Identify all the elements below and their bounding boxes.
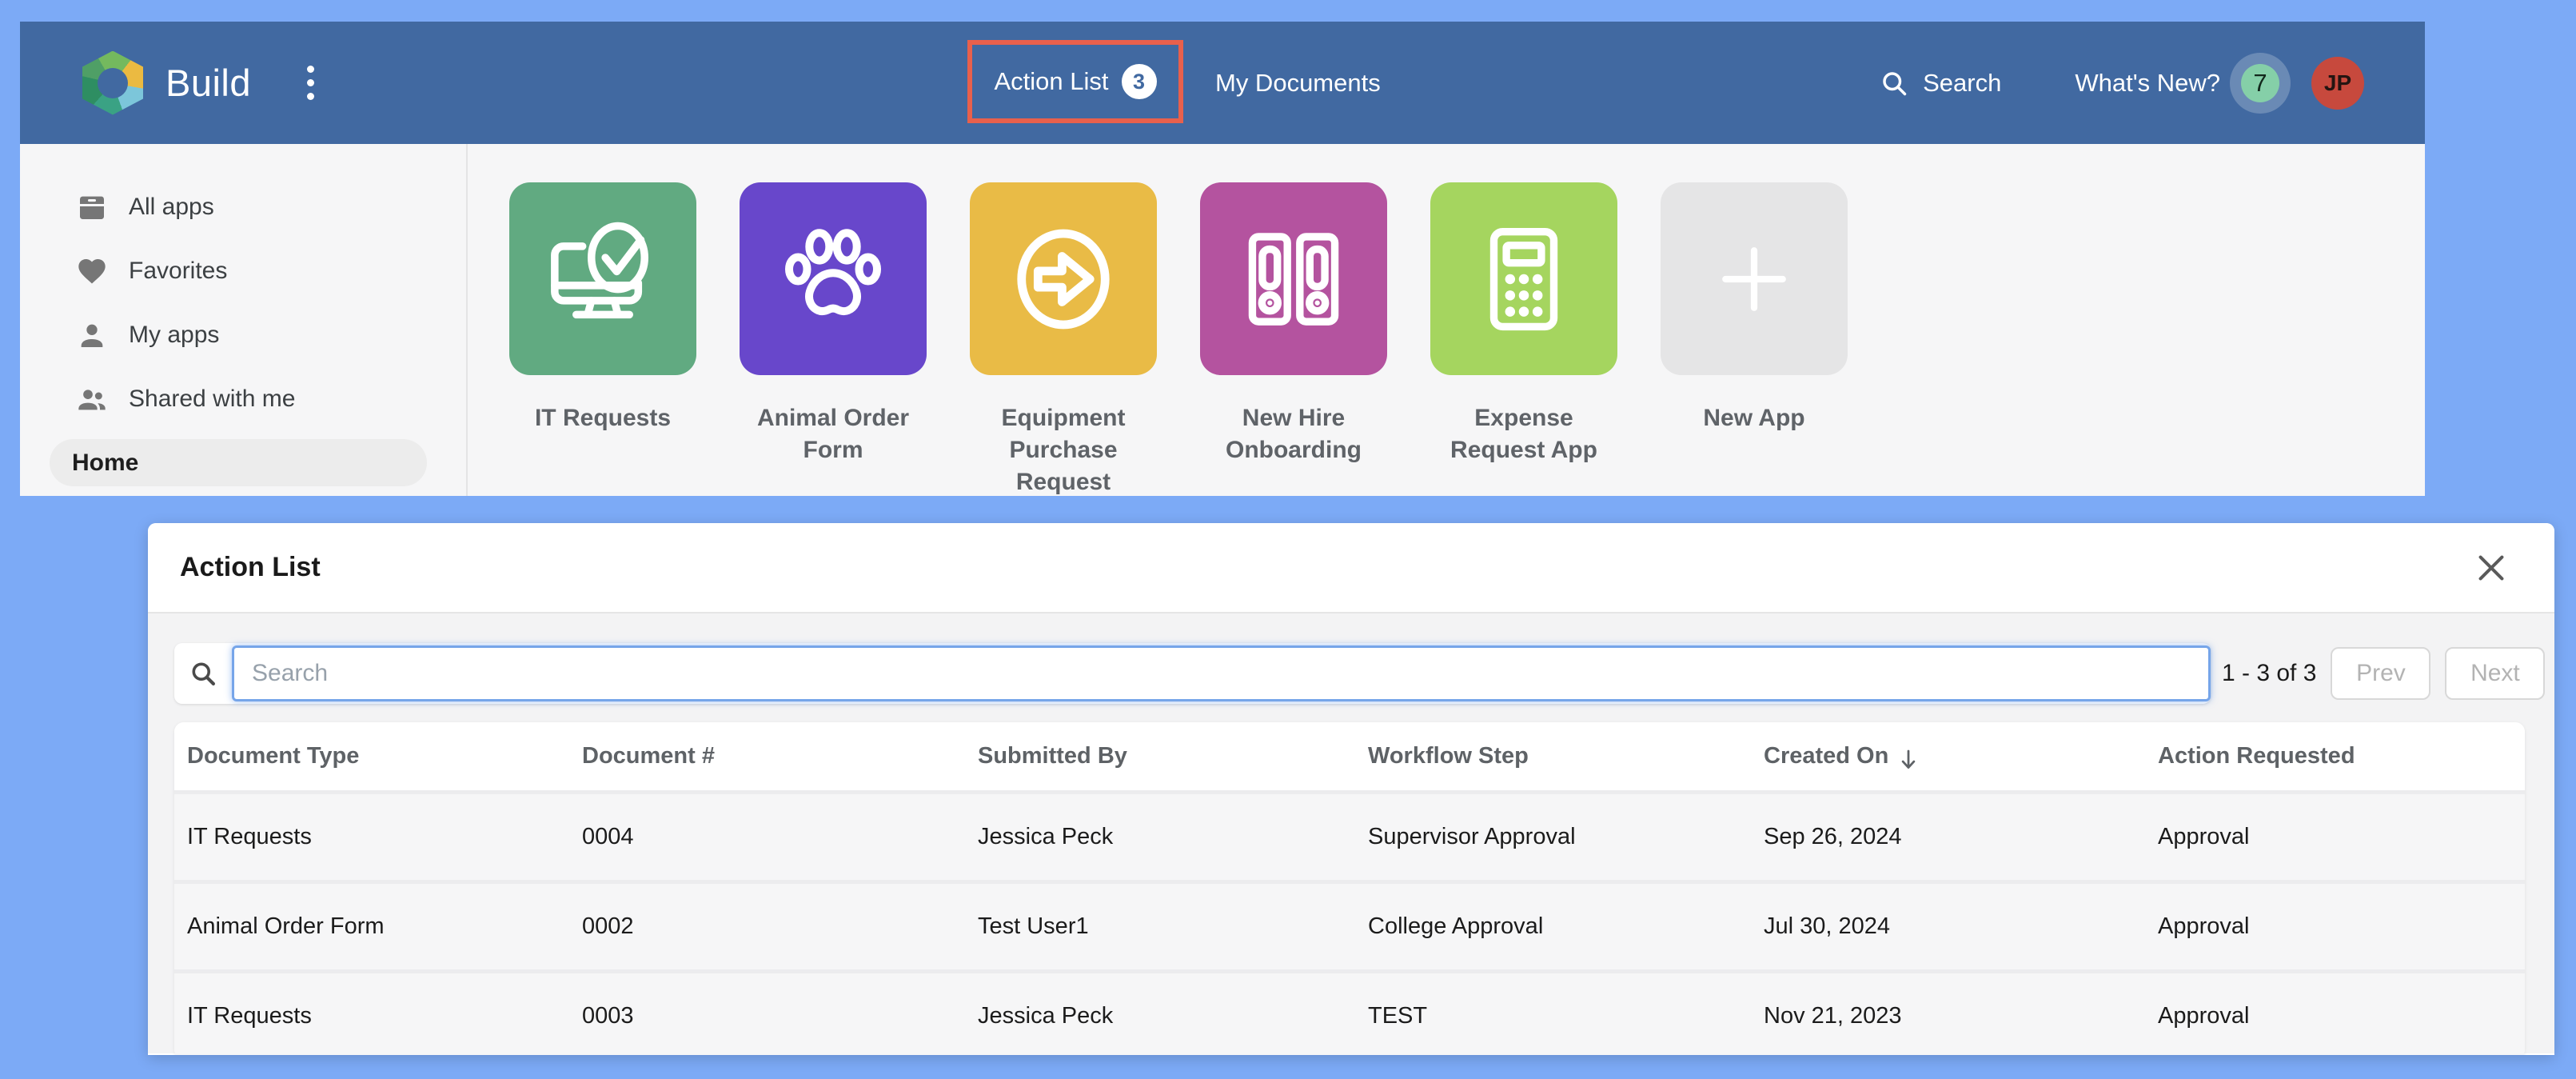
pagination-range: 1 - 3 of 3 xyxy=(2222,660,2316,687)
search-icon xyxy=(1880,69,1908,98)
app-tile-animal-order-form[interactable]: Animal Order Form xyxy=(740,182,927,498)
navbar-right: Search What's New? 7 JP xyxy=(1880,22,2364,144)
paw-icon xyxy=(773,219,893,339)
app-tile-expense-request-app[interactable]: Expense Request App xyxy=(1430,182,1617,498)
modal-header: Action List xyxy=(148,523,2554,613)
column-header-submitted-by[interactable]: Submitted By xyxy=(965,743,1355,769)
search-icon xyxy=(174,659,232,688)
app-tile-label: New App xyxy=(1654,402,1854,434)
app-tile-label: IT Requests xyxy=(503,402,703,434)
sidebar-item-label: Favorites xyxy=(129,258,227,285)
sidebar-item-label: My apps xyxy=(129,322,219,349)
app-tile-label: Equipment Purchase Request xyxy=(963,402,1163,498)
sidebar-item-my-apps[interactable]: My apps xyxy=(20,303,466,367)
next-button[interactable]: Next xyxy=(2445,647,2545,700)
sidebar-item-favorites[interactable]: Favorites xyxy=(20,239,466,303)
brand-title: Build xyxy=(165,61,251,105)
person-icon xyxy=(76,319,108,351)
column-header-document-number[interactable]: Document # xyxy=(569,743,965,769)
table-row[interactable]: Animal Order Form0002 Test User1College … xyxy=(174,880,2525,969)
arrow-circle-icon xyxy=(1003,218,1124,340)
calculator-icon xyxy=(1464,219,1584,339)
app-tiles: IT Requests Animal Order Form Equipment … xyxy=(509,182,1848,498)
action-list-count-badge: 3 xyxy=(1122,64,1157,99)
user-avatar[interactable]: JP xyxy=(2311,57,2364,110)
action-list-modal: Action List 1 - 3 of 3 Prev Next Documen… xyxy=(148,523,2554,1055)
sidebar: All apps Favorites My apps Shared with m… xyxy=(20,144,468,496)
table-row[interactable]: IT Requests0003 Jessica PeckTEST Nov 21,… xyxy=(174,969,2525,1055)
tab-my-documents[interactable]: My Documents xyxy=(1215,69,1381,98)
app-tile-new-app[interactable]: New App xyxy=(1661,182,1848,498)
action-list-table: Document Type Document # Submitted By Wo… xyxy=(174,722,2525,1055)
brand-group: Build xyxy=(82,22,319,144)
modal-title: Action List xyxy=(180,552,321,583)
monitor-check-icon xyxy=(542,218,664,340)
kebab-menu-icon[interactable] xyxy=(302,61,319,105)
sidebar-item-shared-with-me[interactable]: Shared with me xyxy=(20,367,466,431)
column-header-action-requested[interactable]: Action Requested xyxy=(2145,743,2525,769)
sidebar-item-label: Shared with me xyxy=(129,386,295,413)
whats-new-label: What's New? xyxy=(2075,69,2220,98)
app-tile-new-hire-onboarding[interactable]: New Hire Onboarding xyxy=(1200,182,1387,498)
archive-icon xyxy=(76,191,108,223)
build-logo-icon xyxy=(82,51,143,115)
annotation-box: Action List 3 xyxy=(967,40,1183,123)
whats-new-button[interactable]: What's New? 7 xyxy=(2075,53,2291,114)
column-header-document-type[interactable]: Document Type xyxy=(174,743,569,769)
app-window: Build Action List 3 My Documents Search … xyxy=(20,22,2425,496)
heart-icon xyxy=(76,255,108,287)
app-tile-equipment-purchase-request[interactable]: Equipment Purchase Request xyxy=(970,182,1157,498)
whats-new-count-badge: 7 xyxy=(2241,64,2279,102)
tab-action-list[interactable]: Action List xyxy=(994,67,1108,96)
close-icon[interactable] xyxy=(2473,549,2510,586)
whats-new-badge-halo: 7 xyxy=(2230,53,2291,114)
column-header-workflow-step[interactable]: Workflow Step xyxy=(1355,743,1751,769)
sidebar-item-home[interactable]: Home xyxy=(50,439,427,486)
app-tile-label: Expense Request App xyxy=(1424,402,1624,466)
sidebar-item-all-apps[interactable]: All apps xyxy=(20,175,466,239)
column-header-created-on[interactable]: Created On xyxy=(1751,741,2145,772)
binders-icon xyxy=(1234,219,1354,339)
nav-search-label: Search xyxy=(1923,69,2001,98)
table-header-row: Document Type Document # Submitted By Wo… xyxy=(174,722,2525,790)
nav-search-button[interactable]: Search xyxy=(1880,69,2001,98)
app-tile-it-requests[interactable]: IT Requests xyxy=(509,182,696,498)
people-icon xyxy=(76,383,108,415)
sort-desc-icon xyxy=(1900,748,1917,772)
modal-search-box xyxy=(174,643,2211,704)
table-row[interactable]: IT Requests0004 Jessica PeckSupervisor A… xyxy=(174,790,2525,880)
modal-search-row: 1 - 3 of 3 Prev Next xyxy=(174,643,2532,704)
plus-icon xyxy=(1701,226,1807,332)
app-tile-label: Animal Order Form xyxy=(733,402,933,466)
sidebar-item-label: All apps xyxy=(129,194,214,221)
modal-body: 1 - 3 of 3 Prev Next Document Type Docum… xyxy=(148,613,2554,1053)
app-tile-label: New Hire Onboarding xyxy=(1194,402,1394,466)
search-input[interactable] xyxy=(232,645,2211,701)
prev-button[interactable]: Prev xyxy=(2331,647,2430,700)
top-navbar: Build Action List 3 My Documents Search … xyxy=(20,22,2425,144)
